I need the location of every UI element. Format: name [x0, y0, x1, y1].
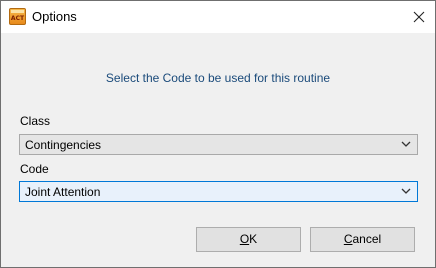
ok-button-label: K [249, 232, 258, 246]
cancel-button[interactable]: Cancel [310, 227, 415, 252]
ok-button[interactable]: OK [196, 227, 301, 252]
ok-button-mnemonic: O [239, 232, 250, 246]
window-title: Options [32, 9, 77, 24]
code-label: Code [20, 162, 49, 176]
code-dropdown-value: Joint Attention [25, 185, 101, 199]
title-bar[interactable]: ACT Options [1, 1, 435, 33]
cancel-button-label: ancel [352, 232, 382, 246]
class-dropdown-value: Contingencies [25, 138, 102, 152]
code-dropdown[interactable]: Joint Attention [19, 181, 418, 202]
class-label: Class [20, 114, 51, 128]
close-icon [413, 11, 425, 23]
options-dialog: ACT Options Select the Code to be used f… [0, 0, 436, 268]
instruction-text: Select the Code to be used for this rout… [105, 71, 331, 85]
close-button[interactable] [403, 1, 435, 33]
app-icon: ACT [9, 8, 26, 25]
chevron-down-icon [401, 141, 411, 147]
class-dropdown[interactable]: Contingencies [19, 134, 418, 155]
chevron-down-icon [401, 188, 411, 194]
app-icon-text: ACT [10, 15, 25, 22]
